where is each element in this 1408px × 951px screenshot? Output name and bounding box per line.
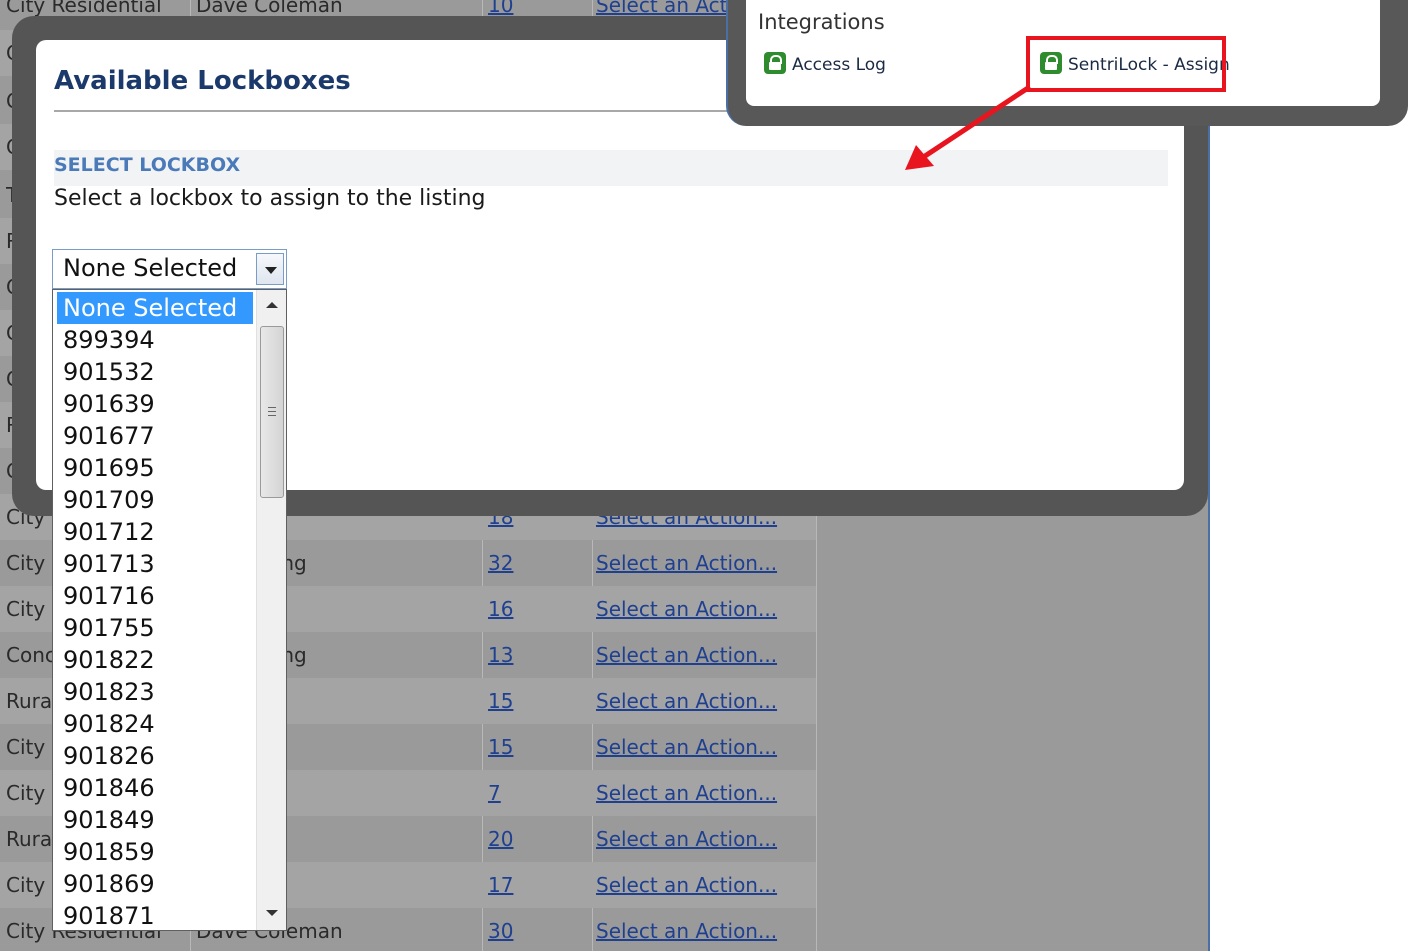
lockbox-option[interactable]: 901639 bbox=[57, 388, 253, 420]
count-link[interactable]: 30 bbox=[488, 908, 578, 951]
select-action-link[interactable]: Select an Action... bbox=[596, 586, 816, 632]
lockbox-option[interactable]: 901712 bbox=[57, 516, 253, 548]
count-link[interactable]: 32 bbox=[488, 540, 578, 586]
lockbox-option[interactable]: None Selected bbox=[57, 292, 253, 324]
lockbox-option[interactable]: 901869 bbox=[57, 868, 253, 900]
grip-icon bbox=[268, 407, 276, 416]
lockbox-option[interactable]: 901859 bbox=[57, 836, 253, 868]
lockbox-select[interactable]: None Selected bbox=[52, 249, 287, 289]
lockbox-select-value: None Selected bbox=[63, 254, 238, 282]
scroll-up-arrow-icon[interactable] bbox=[266, 302, 278, 308]
access-log-label: Access Log bbox=[792, 55, 886, 75]
scroll-down-arrow-icon[interactable] bbox=[266, 910, 278, 916]
dropdown-scrollbar[interactable] bbox=[256, 290, 286, 930]
lockbox-option[interactable]: 901709 bbox=[57, 484, 253, 516]
select-action-link[interactable]: Select an Action... bbox=[596, 770, 816, 816]
select-action-link[interactable]: Select an Action... bbox=[596, 540, 816, 586]
section-heading: SELECT LOCKBOX bbox=[54, 154, 241, 176]
lockbox-option[interactable]: 901823 bbox=[57, 676, 253, 708]
select-action-link[interactable]: Select an Action... bbox=[596, 678, 816, 724]
lockbox-option[interactable]: 901532 bbox=[57, 356, 253, 388]
lockbox-option[interactable]: 901695 bbox=[57, 452, 253, 484]
lockbox-option[interactable]: 901824 bbox=[57, 708, 253, 740]
lockbox-option[interactable]: 899394 bbox=[57, 324, 253, 356]
lockbox-dropdown-list[interactable]: None Selected 899394 901532 901639 901677 901… bbox=[52, 289, 287, 931]
count-link[interactable]: 7 bbox=[488, 770, 578, 816]
highlight-box bbox=[1026, 36, 1226, 92]
dialog-title: Available Lockboxes bbox=[54, 66, 351, 96]
count-link[interactable]: 20 bbox=[488, 816, 578, 862]
lockbox-option[interactable]: 901713 bbox=[57, 548, 253, 580]
select-action-link[interactable]: Select an Action... bbox=[596, 632, 816, 678]
count-link[interactable]: 13 bbox=[488, 632, 578, 678]
section-header: SELECT LOCKBOX bbox=[54, 150, 1168, 186]
scroll-thumb[interactable] bbox=[260, 326, 284, 498]
lockbox-option[interactable]: 901826 bbox=[57, 740, 253, 772]
chevron-down-icon[interactable] bbox=[256, 253, 284, 285]
count-link[interactable]: 16 bbox=[488, 586, 578, 632]
lockbox-option[interactable]: 901677 bbox=[57, 420, 253, 452]
lockbox-option[interactable]: 901849 bbox=[57, 804, 253, 836]
access-log-link[interactable]: Access Log bbox=[764, 50, 886, 80]
select-action-link[interactable]: Select an Action... bbox=[596, 908, 816, 951]
count-link[interactable]: 15 bbox=[488, 724, 578, 770]
count-link[interactable]: 15 bbox=[488, 678, 578, 724]
lockbox-option[interactable]: 901716 bbox=[57, 580, 253, 612]
lockbox-option[interactable]: 901822 bbox=[57, 644, 253, 676]
count-link[interactable]: 17 bbox=[488, 862, 578, 908]
lockbox-option[interactable]: 901871 bbox=[57, 900, 253, 930]
lockbox-option[interactable]: 901846 bbox=[57, 772, 253, 804]
select-action-link[interactable]: Select an Action... bbox=[596, 816, 816, 862]
lockbox-option[interactable]: 901755 bbox=[57, 612, 253, 644]
integrations-heading: Integrations bbox=[758, 10, 885, 34]
section-description: Select a lockbox to assign to the listin… bbox=[54, 186, 486, 211]
select-action-link[interactable]: Select an Action... bbox=[596, 724, 816, 770]
lock-icon bbox=[764, 52, 786, 74]
select-action-link[interactable]: Select an Action... bbox=[596, 862, 816, 908]
